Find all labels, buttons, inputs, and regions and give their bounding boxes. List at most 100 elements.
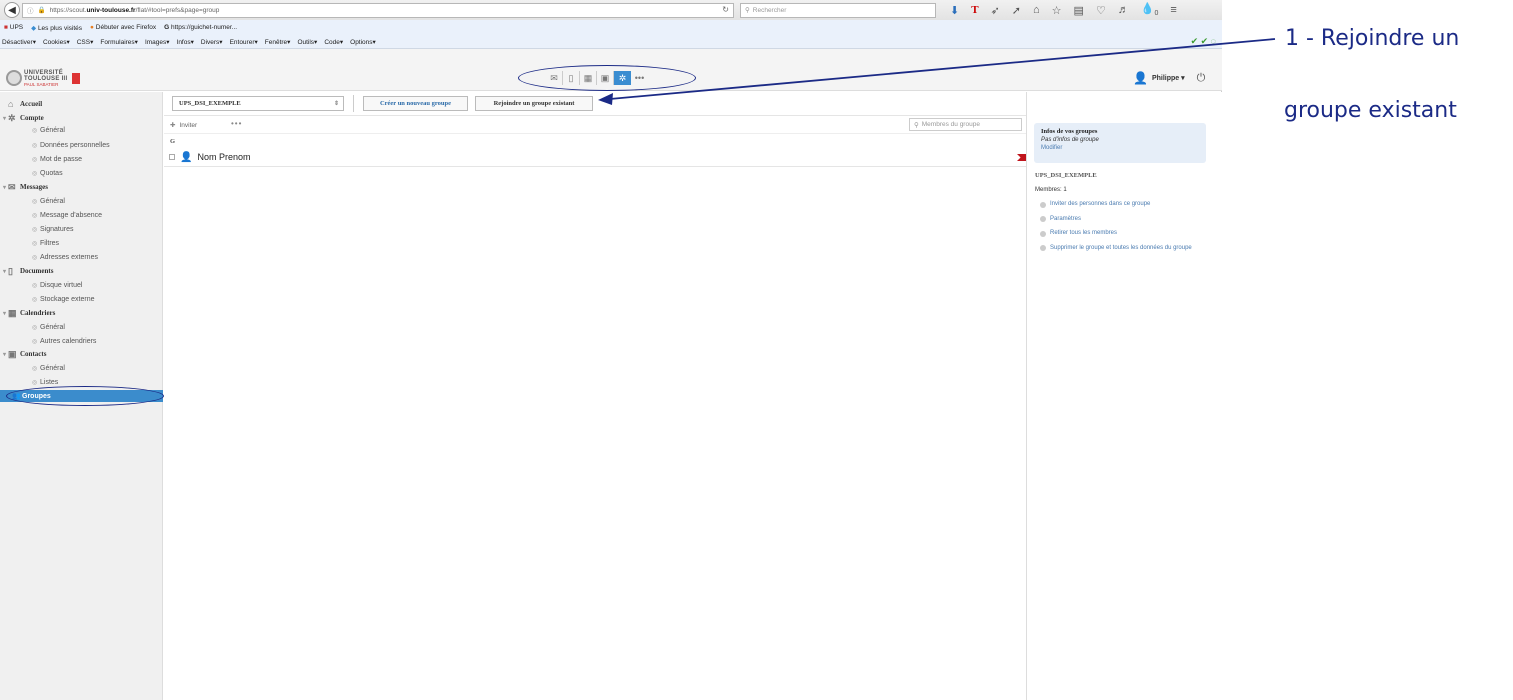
reload-icon[interactable]: ↻ <box>722 5 729 14</box>
sidebar-item-messages-general[interactable]: ◎ Général <box>0 195 163 207</box>
devtool-divers[interactable]: Divers▾ <box>201 38 223 46</box>
sidebar-item-calendriers[interactable]: ▾ ▦ Calendriers <box>0 307 163 319</box>
university-logo[interactable]: UNIVERSITÉ TOULOUSE III PAUL SABATIER <box>6 69 92 87</box>
chevron-down-icon[interactable]: ▾ <box>0 351 8 358</box>
add-user-icon: ✚ <box>170 122 176 129</box>
sidebar-item-quotas[interactable]: ◎ Quotas <box>0 167 163 179</box>
bookmark-ups[interactable]: ■ UPS <box>4 24 23 31</box>
sidebar-item-contacts-general[interactable]: ◎ Général <box>0 362 163 374</box>
download-icon[interactable]: ⬇ <box>950 4 959 17</box>
sidebar-item-calendars-general[interactable]: ◎ Général <box>0 321 163 333</box>
devtool-images[interactable]: Images▾ <box>145 38 170 46</box>
devtool-infos[interactable]: Infos▾ <box>177 38 194 46</box>
sidebar-item-virtual-disk[interactable]: ◎ Disque virtuel <box>0 279 163 291</box>
bookmark-getting-started[interactable]: ● Débuter avec Firefox <box>90 24 156 31</box>
devtool-disable[interactable]: Désactiver▾ <box>2 38 36 46</box>
chevron-down-icon[interactable]: ▾ <box>0 115 8 122</box>
sidebar-item-absence[interactable]: ◎ Message d'absence <box>0 209 163 221</box>
create-group-button[interactable]: Créer un nouveau groupe <box>363 96 468 111</box>
bookmark-guichet[interactable]: G https://guichet-numer... <box>164 24 237 31</box>
clipboard-icon[interactable]: ▤ <box>1074 4 1084 17</box>
sidebar-item-external-storage[interactable]: ◎ Stockage externe <box>0 293 163 305</box>
remove-members-link[interactable]: Retirer tous les membres <box>1040 230 1216 237</box>
pocket-icon[interactable]: ♡ <box>1096 4 1106 17</box>
power-icon[interactable]: ⏻ <box>1197 72 1206 85</box>
sidebar-item-personal-data[interactable]: ◎ Données personnelles <box>0 139 163 151</box>
sidebar-item-filters[interactable]: ◎ Filtres <box>0 237 163 249</box>
bullet-icon <box>1040 230 1046 237</box>
sidebar-item-messages[interactable]: ▾ ✉ Messages <box>0 181 163 193</box>
members-count: Membres: 1 <box>1035 187 1067 193</box>
member-row[interactable]: 👤 Nom Prenom <box>164 148 1026 167</box>
devtool-css[interactable]: CSS▾ <box>77 38 94 46</box>
devtool-code[interactable]: Code▾ <box>324 38 343 46</box>
sidebar-item-compte[interactable]: ▾ ✲ Compte <box>0 112 163 124</box>
share-icon[interactable]: ➚ <box>1012 4 1021 17</box>
select-arrows-icon: ⇕ <box>333 101 339 107</box>
chevron-down-icon[interactable]: ▾ <box>0 268 8 275</box>
bookmark-most-visited[interactable]: ◆ Les plus visités <box>31 24 82 32</box>
alpha-section-header: G <box>170 138 176 145</box>
browser-toolbar: ◀ ⓘ 🔒 https://scout.univ-toulouse.fr/fla… <box>0 0 1222 20</box>
gear-icon: ✲ <box>8 112 16 123</box>
logo-line2: TOULOUSE III <box>24 75 68 82</box>
group-actions: Inviter des personnes dans ce groupe Par… <box>1040 201 1216 259</box>
sidebar-item-other-calendars[interactable]: ◎ Autres calendriers <box>0 335 163 347</box>
water-drop-icon[interactable]: 💧0 <box>1141 2 1159 17</box>
more-options-button[interactable]: ••• <box>231 119 242 128</box>
sidebar-item-accueil[interactable]: ⌂ Accueil <box>0 98 163 110</box>
delete-group-link[interactable]: Supprimer le groupe et toutes les donnée… <box>1040 245 1216 251</box>
send-icon[interactable]: ➶ <box>991 4 1000 17</box>
user-name: Philippe ▾ <box>1151 75 1185 82</box>
back-button[interactable]: ◀ <box>4 2 20 18</box>
invite-people-link[interactable]: Inviter des personnes dans ce groupe <box>1040 201 1216 208</box>
devtool-tools[interactable]: Outils▾ <box>297 38 317 46</box>
user-menu[interactable]: 👤 Philippe ▾ ⏻ <box>1133 71 1205 85</box>
devtool-cookies[interactable]: Cookies▾ <box>43 38 70 46</box>
info-title: Infos de vos groupes <box>1041 128 1098 135</box>
sidebar-item-password[interactable]: ◎ Mot de passe <box>0 153 163 165</box>
translate-icon[interactable]: T <box>971 4 978 16</box>
annotation-line2: groupe existant <box>1284 98 1457 123</box>
sidebar-item-compte-general[interactable]: ◎ Général <box>0 124 163 136</box>
group-name: UPS_DSI_EXEMPLE <box>1035 172 1097 179</box>
annotation-line1: 1 - Rejoindre un <box>1285 26 1460 51</box>
flag-icon <box>71 72 80 84</box>
members-search-input[interactable]: ⚲ Membres du groupe <box>909 118 1022 131</box>
menu-icon[interactable]: ≡ <box>1170 4 1176 16</box>
join-group-button[interactable]: Rejoindre un groupe existant <box>475 96 593 111</box>
home-icon[interactable]: ⌂ <box>1033 4 1040 16</box>
sidebar-item-contacts[interactable]: ▾ ▣ Contacts <box>0 348 163 360</box>
devtool-outline[interactable]: Entourer▾ <box>230 38 258 46</box>
settings-link[interactable]: Paramètres <box>1040 216 1216 222</box>
chevron-down-icon[interactable]: ▾ <box>0 310 8 317</box>
browser-icons: ⬇ T ➶ ➚ ⌂ ☆ ▤ ♡ ♬ 💧0 ≡ <box>950 2 1177 17</box>
star-icon[interactable]: ☆ <box>1052 4 1062 17</box>
edit-info-link[interactable]: Modifier <box>1041 145 1199 151</box>
bookmarks-bar: ■ UPS ◆ Les plus visités ● Débuter avec … <box>0 20 1222 35</box>
sidebar-item-signatures[interactable]: ◎ Signatures <box>0 223 163 235</box>
calendar-icon: ▦ <box>8 307 17 318</box>
divider <box>353 95 354 112</box>
user-avatar-icon: 👤 <box>180 151 193 163</box>
info-icon[interactable]: ⓘ <box>27 5 34 15</box>
member-checkbox[interactable] <box>169 154 175 160</box>
devtool-window[interactable]: Fenêtre▾ <box>265 38 291 46</box>
sidebar-item-external-addresses[interactable]: ◎ Adresses externes <box>0 251 163 263</box>
chevron-down-icon[interactable]: ▾ <box>0 184 8 191</box>
devtool-options[interactable]: Options▾ <box>350 38 376 46</box>
highlight-ellipse-groupes <box>6 386 164 406</box>
url-bar[interactable]: ⓘ 🔒 https://scout.univ-toulouse.fr/flat/… <box>22 2 734 18</box>
group-select[interactable]: UPS_DSI_EXEMPLE ⇕ <box>172 96 344 111</box>
search-icon: ⚲ <box>745 7 750 14</box>
browser-search-input[interactable]: ⚲ Rechercher <box>740 2 936 18</box>
info-text: Pas d'infos de groupe <box>1041 137 1099 143</box>
extension-icon[interactable]: ♬ <box>1118 4 1129 16</box>
bullet-icon <box>1040 216 1046 222</box>
member-name: Nom Prenom <box>197 152 251 162</box>
search-icon: ⚲ <box>914 121 919 129</box>
devtool-forms[interactable]: Formulaires▾ <box>100 38 138 46</box>
invite-button[interactable]: ✚ Inviter <box>170 121 197 130</box>
home-icon: ⌂ <box>8 99 14 109</box>
sidebar-item-documents[interactable]: ▾ ▯ Documents <box>0 265 163 277</box>
